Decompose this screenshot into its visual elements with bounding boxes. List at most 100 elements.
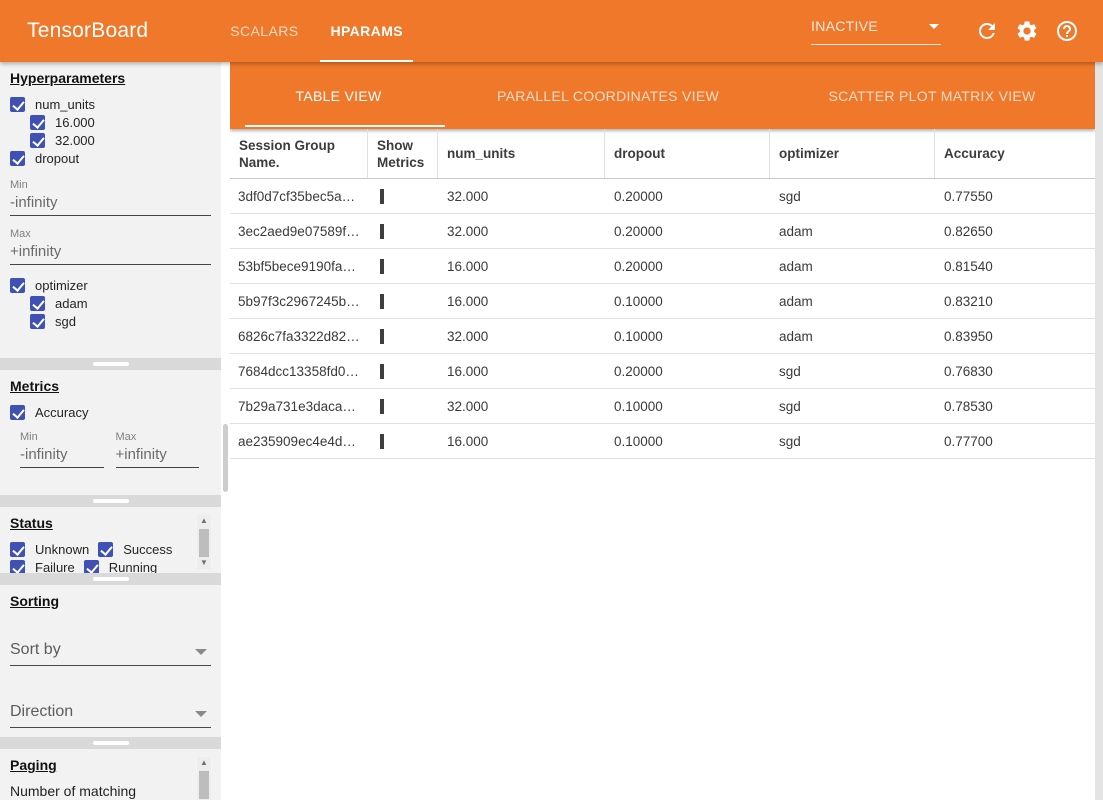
column-header-show-metrics[interactable]: Show Metrics	[368, 129, 438, 178]
refresh-icon[interactable]	[975, 19, 999, 43]
scroll-up-icon[interactable]: ▲	[197, 515, 211, 527]
main-content: TABLE VIEW PARALLEL COORDINATES VIEW SCA…	[230, 62, 1103, 800]
checkbox-checked-icon[interactable]	[10, 542, 25, 557]
app-bar: TensorBoard SCALARS HPARAMS INACTIVE	[0, 0, 1103, 62]
checkbox-checked-icon[interactable]	[10, 97, 25, 112]
gear-icon[interactable]	[1015, 19, 1039, 43]
checkbox-unchecked-icon[interactable]	[380, 399, 384, 414]
show-metrics-cell	[368, 364, 438, 379]
help-icon[interactable]	[1055, 19, 1079, 43]
table-row: ae235909ec4e4d… 16.000 0.10000 sgd 0.777…	[230, 424, 1095, 459]
drag-handle[interactable]	[93, 577, 129, 581]
dropout-cell: 0.10000	[605, 434, 770, 449]
direction-value: Direction	[10, 703, 73, 720]
column-header-session-group-name[interactable]: Session Group Name.	[230, 129, 368, 178]
max-input[interactable]: +infinity	[10, 240, 211, 265]
column-header-dropout[interactable]: dropout	[605, 129, 770, 178]
panel-divider	[0, 573, 221, 585]
column-header-optimizer[interactable]: optimizer	[770, 129, 935, 178]
tab-hparams[interactable]: HPARAMS	[314, 0, 419, 62]
checkbox-checked-icon[interactable]	[10, 278, 25, 293]
checkbox-unchecked-icon[interactable]	[380, 434, 384, 449]
checkbox-checked-icon[interactable]	[10, 151, 25, 166]
scrollbar-thumb[interactable]	[199, 529, 209, 557]
checkbox-checked-icon[interactable]	[98, 542, 113, 557]
table-row: 7684dcc13358fd0… 16.000 0.20000 sgd 0.76…	[230, 354, 1095, 389]
hyperparameters-panel: Hyperparameters num_units 16.000 32.000	[0, 62, 221, 358]
scroll-down-icon[interactable]: ▼	[197, 557, 211, 569]
run-status-dropdown[interactable]: INACTIVE	[811, 18, 941, 45]
checkbox-checked-icon[interactable]	[30, 314, 45, 329]
num-units-cell: 16.000	[438, 364, 605, 379]
checkbox-unchecked-icon[interactable]	[380, 329, 384, 344]
min-input[interactable]: -infinity	[20, 443, 104, 468]
drag-handle[interactable]	[93, 499, 129, 503]
tab-scalars[interactable]: SCALARS	[214, 0, 314, 62]
checkbox-checked-icon[interactable]	[30, 296, 45, 311]
table-header-row: Session Group Name. Show Metrics num_uni…	[230, 129, 1095, 179]
num-units-cell: 16.000	[438, 434, 605, 449]
app-tabs: SCALARS HPARAMS	[214, 0, 419, 62]
drag-handle[interactable]	[93, 362, 129, 366]
checkbox-checked-icon[interactable]	[10, 405, 25, 420]
panel-divider	[0, 495, 221, 507]
metric-min-field: Min -infinity	[20, 431, 104, 468]
checkbox-unchecked-icon[interactable]	[380, 189, 384, 204]
main-scrollbar-gutter[interactable]	[1095, 62, 1103, 800]
scroll-up-icon[interactable]: ▲	[197, 757, 211, 769]
table-row: 3df0d7cf35bec5a… 32.000 0.20000 sgd 0.77…	[230, 179, 1095, 214]
status-title: Status	[10, 515, 211, 531]
accuracy-cell: 0.76830	[935, 364, 1095, 379]
optimizer-cell: adam	[770, 259, 935, 274]
show-metrics-cell	[368, 329, 438, 344]
checkbox-unchecked-icon[interactable]	[380, 364, 384, 379]
checkbox-unchecked-icon[interactable]	[380, 224, 384, 239]
checkbox-label: 16.000	[55, 115, 95, 130]
checkbox-label: dropout	[35, 151, 79, 166]
dropout-cell: 0.10000	[605, 329, 770, 344]
chevron-down-icon	[195, 711, 207, 717]
hyperparameter-item: dropout	[10, 149, 211, 167]
scrollbar-thumb[interactable]	[199, 771, 209, 799]
session-group-table: Session Group Name. Show Metrics num_uni…	[230, 129, 1095, 459]
checkbox-unchecked-icon[interactable]	[380, 259, 384, 274]
status-row: Failure Running	[10, 558, 190, 573]
dropout-cell: 0.20000	[605, 364, 770, 379]
table-row: 53bf5bece9190fa… 16.000 0.20000 adam 0.8…	[230, 249, 1095, 284]
checkbox-checked-icon[interactable]	[10, 560, 25, 574]
metric-item: Accuracy	[10, 403, 211, 421]
direction-select[interactable]: Direction	[10, 703, 211, 728]
panel-divider	[0, 358, 221, 370]
sort-by-select[interactable]: Sort by	[10, 641, 211, 666]
checkbox-checked-icon[interactable]	[84, 560, 99, 574]
hyperparameter-item: optimizer	[10, 276, 211, 294]
checkbox-unchecked-icon[interactable]	[380, 294, 384, 309]
optimizer-cell: sgd	[770, 399, 935, 414]
show-metrics-cell	[368, 294, 438, 309]
tab-scatter-plot-matrix-view[interactable]: SCATTER PLOT MATRIX VIEW	[769, 62, 1095, 129]
scrollbar-thumb[interactable]	[223, 424, 228, 492]
tab-parallel-coordinates-view[interactable]: PARALLEL COORDINATES VIEW	[447, 62, 769, 129]
column-header-accuracy[interactable]: Accuracy	[935, 129, 1095, 178]
num-units-cell: 32.000	[438, 224, 605, 239]
sidebar-scrollbar[interactable]	[221, 62, 230, 800]
checkbox-checked-icon[interactable]	[30, 133, 45, 148]
hyperparameter-item: 16.000	[30, 113, 211, 131]
drag-handle[interactable]	[93, 741, 129, 745]
max-input[interactable]: +infinity	[116, 443, 200, 468]
hyperparameter-item: num_units	[10, 95, 211, 113]
checkbox-checked-icon[interactable]	[30, 115, 45, 130]
session-group-name-cell: 3df0d7cf35bec5a…	[230, 189, 368, 204]
accuracy-cell: 0.81540	[935, 259, 1095, 274]
sorting-title: Sorting	[10, 593, 211, 609]
sorting-panel: Sorting Sort by Direction	[0, 585, 221, 737]
min-input[interactable]: -infinity	[10, 191, 211, 216]
checkbox-label: Failure	[35, 560, 75, 574]
tab-table-view[interactable]: TABLE VIEW	[230, 62, 447, 129]
checkbox-label: Unknown	[35, 542, 89, 557]
session-group-name-cell: 53bf5bece9190fa…	[230, 259, 368, 274]
accuracy-cell: 0.82650	[935, 224, 1095, 239]
max-label: Max	[116, 431, 200, 443]
status-row: Unknown Success	[10, 540, 190, 558]
column-header-num-units[interactable]: num_units	[438, 129, 605, 178]
